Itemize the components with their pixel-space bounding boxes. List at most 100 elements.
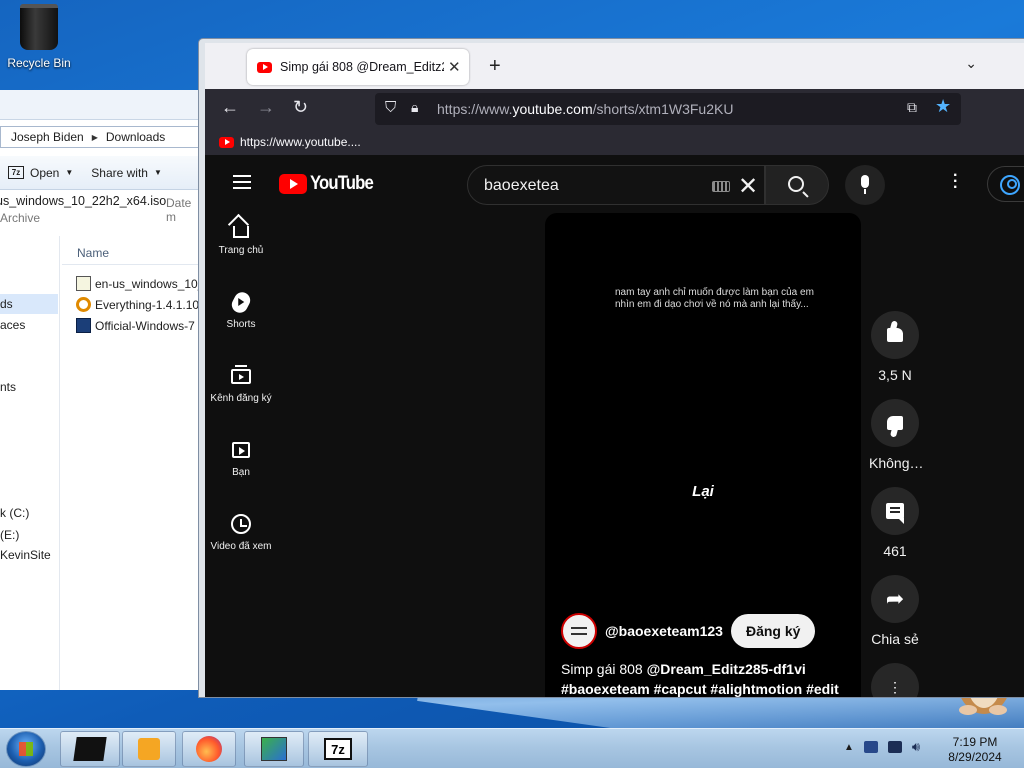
nav-label: ds [0, 297, 13, 311]
column-header-name[interactable]: Name [77, 246, 109, 260]
youtube-masthead: YouTube baoexetea ✕ · · · [205, 155, 1024, 213]
breadcrumb-item-user[interactable]: Joseph Biden [11, 130, 84, 144]
more-options-icon[interactable]: · · · [953, 168, 958, 196]
youtube-logo-text: YouTube [310, 173, 374, 194]
tab-strip: Simp gái 808 @Dream_Editz285 ✕ + ⌄ [205, 43, 1024, 89]
lock-icon[interactable]: 🔒︎ [411, 99, 418, 116]
tracking-shield-icon[interactable]: ⛉ [385, 99, 396, 116]
nav-item-kevinsite[interactable]: KevinSite [0, 548, 51, 562]
microphone-stem [864, 189, 866, 194]
back-arrow-icon[interactable]: ← [221, 97, 239, 118]
dislike-label: Không… [869, 455, 924, 471]
bookmark-label: https://www.youtube.... [240, 135, 361, 149]
share-with-button[interactable]: Share with ▼ [91, 166, 162, 180]
youtube-favicon-icon [219, 136, 234, 148]
show-hidden-icons-icon[interactable]: ▲ [844, 742, 854, 753]
nav-item-drive-e[interactable]: (E:) [0, 528, 19, 542]
taskbar-app-media-player[interactable] [122, 731, 176, 767]
sidebar-item-home[interactable]: Trang chủ [205, 215, 277, 256]
tab-youtube-short[interactable]: Simp gái 808 @Dream_Editz285 ✕ [247, 49, 469, 85]
nav-item-documents[interactable]: nts [0, 380, 16, 394]
sidebar-item-label: Shorts [226, 319, 256, 330]
clear-search-icon[interactable]: ✕ [738, 172, 758, 201]
breadcrumb-item-downloads[interactable]: Downloads [106, 130, 165, 144]
file-row[interactable]: en-us_windows_10_ [76, 276, 200, 291]
comment-count: 461 [883, 543, 907, 559]
column-divider [62, 264, 199, 265]
open-button[interactable]: 7z Open ▼ [8, 166, 73, 180]
explorer-toolbar: 7z Open ▼ Share with ▼ [0, 156, 199, 190]
shorts-icon [229, 288, 253, 316]
channel-row: @baoexeteam123 Đăng ký [561, 613, 816, 649]
date-label: Date m [166, 196, 192, 224]
sidebar-item-you[interactable]: Bạn [205, 437, 277, 478]
bookmark-star-icon[interactable]: ★ [935, 96, 951, 117]
taskbar-app-7zip[interactable]: 7z [308, 731, 368, 767]
everything-search-icon [76, 297, 91, 312]
url-prefix: https://www. [437, 101, 513, 117]
channel-avatar[interactable] [561, 613, 597, 649]
like-button[interactable]: 3,5 N [869, 311, 921, 383]
recycle-bin[interactable]: Recycle Bin [6, 4, 72, 70]
file-name: en-us_windows_10_ [95, 276, 200, 291]
sign-in-button[interactable] [987, 166, 1024, 202]
tab-title: Simp gái 808 @Dream_Editz285 [280, 60, 444, 74]
file-explorer-window: Joseph Biden ▶ Downloads 7z Open ▼ Share… [0, 90, 200, 690]
file-row[interactable]: Everything-1.4.1.10 [76, 297, 199, 312]
sidebar-item-subscriptions[interactable]: Kênh đăng ký [205, 363, 277, 404]
taskbar-app-terminal[interactable] [60, 731, 120, 767]
start-button[interactable] [6, 731, 46, 767]
search-input[interactable]: baoexetea ✕ [467, 165, 765, 205]
dislike-button[interactable]: Không… [869, 399, 924, 471]
control-panel-icon [261, 737, 287, 761]
search-value: baoexetea [484, 177, 559, 194]
youtube-favicon-icon [257, 61, 272, 73]
explorer-title-area [0, 90, 199, 120]
taskbar-app-control-panel[interactable] [244, 731, 304, 767]
bookmarks-toolbar: https://www.youtube.... [205, 129, 1024, 155]
video-hashtags[interactable]: #baoexeteam #capcut #alightmotion #edit [561, 681, 839, 697]
url-text: https://www.youtube.com/shorts/xtm1W3Fu2… [437, 101, 733, 117]
channel-name[interactable]: @baoexeteam123 [605, 623, 723, 639]
nav-item-drive-c[interactable]: k (C:) [0, 506, 29, 520]
voice-search-button[interactable] [845, 165, 885, 205]
list-all-tabs-button[interactable]: ⌄ [965, 55, 977, 72]
youtube-logo-icon [279, 174, 307, 194]
menu-icon[interactable] [233, 175, 251, 189]
comments-button[interactable]: 461 [869, 487, 921, 559]
video-title: Simp gái 808 @Dream_Editz285-df1vi #baoe… [561, 659, 851, 697]
url-bar[interactable]: ⛉ 🔒︎ https://www.youtube.com/shorts/xtm1… [375, 93, 961, 125]
system-clock[interactable]: 7:19 PM 8/29/2024 [940, 735, 1010, 765]
search-button[interactable] [765, 165, 829, 205]
account-icon [1000, 175, 1020, 195]
volume-icon[interactable]: 🔊︎ [912, 739, 920, 755]
share-button[interactable]: ➦ Chia sẻ [869, 575, 921, 647]
more-actions-button[interactable]: ⋮ [869, 663, 921, 697]
7zip-icon: 7z [324, 738, 352, 760]
breadcrumb[interactable]: Joseph Biden ▶ Downloads [0, 126, 199, 148]
sidebar-item-shorts[interactable]: Shorts [205, 288, 277, 330]
nav-item-places[interactable]: aces [0, 318, 25, 332]
youtube-logo[interactable]: YouTube [279, 173, 381, 195]
subscribe-button[interactable]: Đăng ký [730, 614, 816, 648]
new-tab-button[interactable]: + [489, 55, 501, 78]
picture-in-picture-icon[interactable]: ⧉ [907, 99, 917, 116]
url-domain: youtube.com [512, 101, 593, 117]
forward-arrow-icon[interactable]: → [257, 97, 275, 118]
reload-icon[interactable]: ↻ [293, 97, 308, 118]
sidebar-item-history[interactable]: Video đã xem [205, 511, 277, 552]
you-icon [232, 442, 250, 458]
chevron-down-icon: ▼ [153, 168, 162, 177]
video-title-mention[interactable]: @Dream_Editz285-df1vi [647, 661, 806, 677]
microphone-icon [861, 175, 869, 188]
nav-item-downloads[interactable]: ds [0, 294, 58, 314]
file-row[interactable]: Official-Windows-7 [76, 318, 195, 333]
action-center-icon[interactable] [863, 741, 878, 753]
taskbar-app-firefox[interactable] [182, 731, 236, 767]
keyboard-icon[interactable] [712, 181, 730, 192]
shorts-video-player[interactable]: nam tay anh chỉ muốn được làm bạn của em… [545, 213, 861, 697]
firefox-icon [196, 736, 222, 762]
network-icon[interactable] [887, 741, 902, 753]
close-tab-icon[interactable]: ✕ [448, 58, 461, 76]
bookmark-youtube[interactable]: https://www.youtube.... [219, 135, 361, 149]
